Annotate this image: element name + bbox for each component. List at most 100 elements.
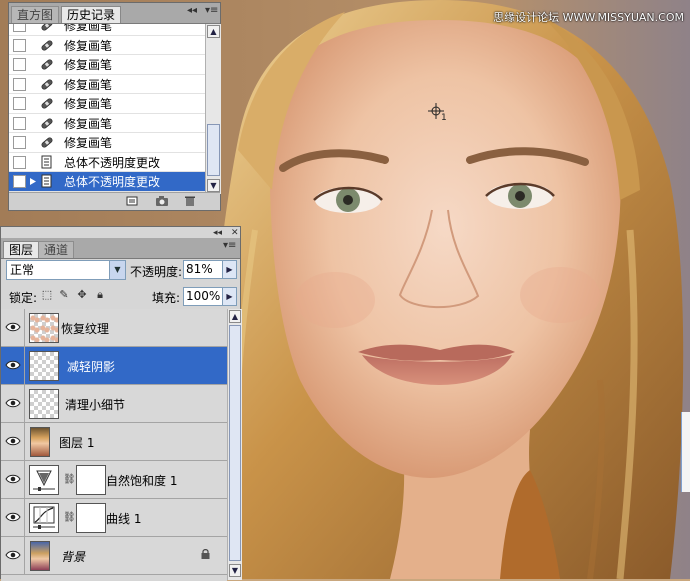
chevron-down-icon[interactable]: ▼ (109, 261, 125, 279)
row-divider (24, 499, 25, 536)
row-divider (24, 347, 25, 384)
fill-slider-arrow-icon[interactable]: ▶ (222, 288, 236, 305)
lock-transparent-icon[interactable]: ⬚ (41, 289, 53, 301)
layers-scrollbar[interactable]: ▲ ▼ (227, 309, 242, 580)
history-item-selected[interactable]: 总体不透明度更改 (9, 172, 205, 192)
blend-mode-value: 正常 (10, 263, 35, 277)
history-item[interactable]: 修复画笔 (9, 55, 205, 75)
history-source-checkbox[interactable] (13, 136, 26, 149)
history-scrollbar[interactable]: ▲ ▼ (205, 24, 221, 194)
history-item[interactable]: 修复画笔 (9, 36, 205, 55)
history-source-checkbox[interactable] (13, 97, 26, 110)
history-item[interactable]: 修复画笔 (9, 24, 205, 36)
fill-field[interactable]: 100% ▶ (183, 287, 237, 306)
history-item-label: 修复画笔 (64, 136, 113, 150)
history-source-checkbox[interactable] (13, 24, 26, 32)
row-divider (24, 423, 25, 460)
scroll-down-icon[interactable]: ▼ (207, 179, 220, 192)
layer-name[interactable]: 曲线 1 (106, 510, 141, 527)
layers-list: 恢复纹理 减轻阴影 清理小细节 图层 1 ⛓ 自然饱和度 1 ⛓ 曲线 1 背景 (1, 309, 227, 581)
layer-row[interactable]: 背景 (1, 537, 227, 575)
history-source-checkbox[interactable] (13, 116, 26, 130)
panel-menu-icon[interactable]: ▾≡ (223, 240, 236, 251)
watermark-text: 思缘设计论坛 WWW.MISSYUAN.COM (493, 11, 684, 24)
layer-thumbnail[interactable] (29, 351, 59, 381)
history-item[interactable]: 修复画笔 (9, 114, 205, 133)
layer-name[interactable]: 图层 1 (59, 434, 94, 451)
layer-name[interactable]: 清理小细节 (65, 396, 125, 413)
layer-row-selected[interactable]: 减轻阴影 (1, 347, 227, 385)
layer-name[interactable]: 减轻阴影 (67, 358, 115, 375)
curves-adjustment-icon[interactable] (29, 503, 59, 533)
lock-all-icon[interactable]: 🔒︎ (94, 289, 106, 301)
history-source-checkbox[interactable] (13, 175, 26, 188)
healing-brush-icon (41, 137, 53, 148)
visibility-eye-icon[interactable] (5, 397, 21, 409)
visibility-eye-icon[interactable] (5, 321, 21, 333)
history-source-checkbox[interactable] (13, 155, 26, 169)
layer-name[interactable]: 背景 (61, 548, 85, 565)
collapse-panel-icon[interactable]: ◂◂ (187, 5, 197, 16)
visibility-eye-icon[interactable] (5, 473, 21, 485)
vibrance-adjustment-icon[interactable] (29, 465, 59, 495)
current-state-arrow-icon (30, 178, 36, 185)
layer-name[interactable]: 自然饱和度 1 (106, 472, 177, 489)
visibility-eye-icon[interactable] (5, 549, 21, 561)
new-document-from-state-icon[interactable] (125, 195, 139, 207)
trash-icon[interactable] (183, 195, 197, 207)
panel-menu-icon[interactable]: ▾≡ (205, 5, 218, 16)
camera-snapshot-icon[interactable] (155, 195, 169, 207)
scroll-thumb[interactable] (207, 124, 220, 176)
row-divider (24, 309, 25, 346)
history-source-checkbox[interactable] (13, 58, 26, 71)
healing-brush-icon (41, 117, 53, 129)
layer-thumbnail[interactable] (30, 541, 50, 571)
history-item-label: 修复画笔 (64, 97, 113, 111)
layer-name[interactable]: 恢复纹理 (61, 320, 109, 337)
history-tabbar: 直方图 历史记录 ◂◂ ▾≡ (9, 3, 220, 24)
blend-mode-select[interactable]: 正常 ▼ (6, 260, 126, 280)
layers-tabbar: 图层 通道 ▾≡ (1, 238, 240, 259)
history-item[interactable]: 修复画笔 (9, 94, 205, 114)
history-item-label: 总体不透明度更改 (64, 175, 161, 189)
history-item[interactable]: 修复画笔 (9, 75, 205, 94)
tab-channels[interactable]: 通道 (38, 241, 75, 258)
history-source-checkbox[interactable] (13, 77, 26, 91)
lock-image-brush-icon[interactable]: ✎ (58, 289, 70, 301)
scroll-up-icon[interactable]: ▲ (229, 310, 241, 323)
history-source-checkbox[interactable] (13, 38, 26, 52)
healing-brush-icon (41, 59, 53, 70)
visibility-eye-icon[interactable] (5, 435, 21, 447)
layer-mask-thumbnail[interactable] (76, 465, 106, 495)
lock-position-move-icon[interactable]: ✥ (76, 289, 88, 301)
layer-row[interactable]: 清理小细节 (1, 385, 227, 423)
healing-brush-icon (41, 78, 53, 90)
history-item[interactable]: 修复画笔 (9, 133, 205, 153)
scroll-up-icon[interactable]: ▲ (207, 25, 220, 38)
history-item[interactable]: 总体不透明度更改 (9, 153, 205, 172)
link-chain-icon[interactable]: ⛓ (63, 512, 76, 523)
layer-thumbnail[interactable] (30, 427, 50, 457)
opacity-slider-arrow-icon[interactable]: ▶ (222, 261, 236, 278)
close-panel-icon[interactable]: ✕ (231, 228, 239, 238)
visibility-eye-icon[interactable] (5, 359, 21, 371)
layer-row[interactable]: 图层 1 (1, 423, 227, 461)
tab-history[interactable]: 历史记录 (61, 6, 122, 23)
opacity-field[interactable]: 81% ▶ (183, 260, 237, 279)
scroll-thumb[interactable] (229, 325, 241, 561)
link-chain-icon[interactable]: ⛓ (63, 474, 76, 485)
history-item-label: 修复画笔 (64, 116, 113, 131)
tab-histogram[interactable]: 直方图 (11, 6, 60, 23)
history-item-label: 总体不透明度更改 (64, 155, 161, 170)
scroll-down-icon[interactable]: ▼ (229, 564, 241, 577)
layer-thumbnail[interactable] (29, 389, 59, 419)
visibility-eye-icon[interactable] (5, 511, 21, 523)
collapse-panel-icon[interactable]: ◂◂ (213, 228, 222, 238)
healing-brush-icon (41, 24, 53, 31)
layer-row[interactable]: 恢复纹理 (1, 309, 227, 347)
tab-layers[interactable]: 图层 (3, 241, 40, 258)
layer-row[interactable]: ⛓ 自然饱和度 1 (1, 461, 227, 499)
layer-row[interactable]: ⛓ 曲线 1 (1, 499, 227, 537)
layer-thumbnail[interactable] (29, 313, 59, 343)
layer-mask-thumbnail[interactable] (76, 503, 106, 533)
